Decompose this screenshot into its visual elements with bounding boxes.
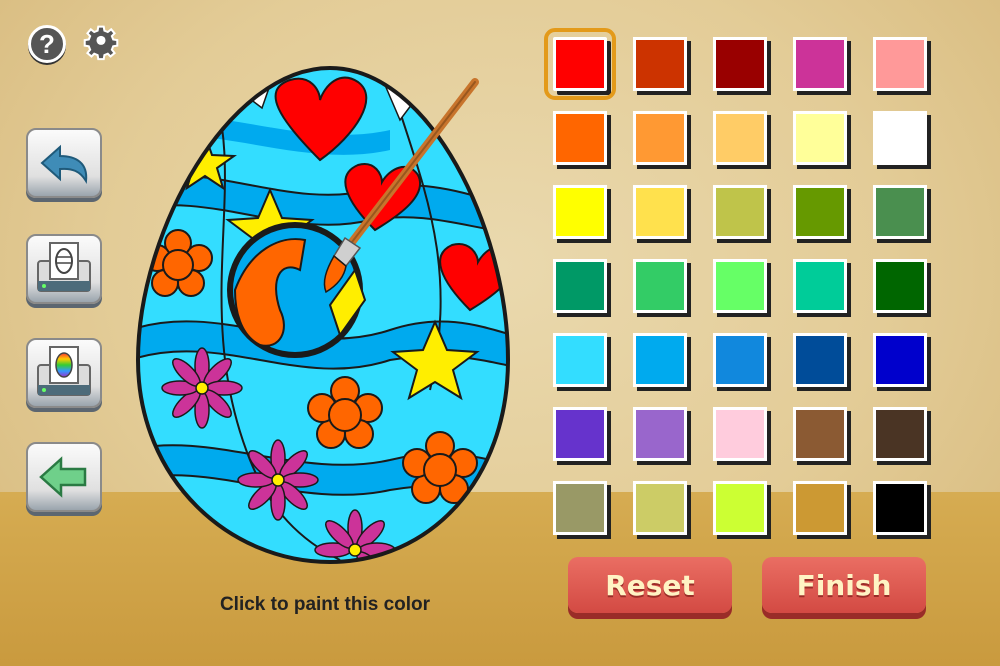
printer-color-icon bbox=[37, 346, 91, 396]
color-swatch[interactable] bbox=[633, 407, 687, 461]
color-swatch[interactable] bbox=[713, 259, 767, 313]
print-color-button[interactable] bbox=[26, 338, 102, 408]
color-swatch[interactable] bbox=[553, 185, 607, 239]
undo-button[interactable] bbox=[26, 128, 102, 198]
color-swatch[interactable] bbox=[873, 185, 927, 239]
color-swatch[interactable] bbox=[713, 481, 767, 535]
color-swatch[interactable] bbox=[633, 333, 687, 387]
reset-button[interactable]: Reset bbox=[568, 557, 732, 613]
color-swatch[interactable] bbox=[713, 185, 767, 239]
instruction-text: Click to paint this color bbox=[219, 594, 431, 615]
color-swatch[interactable] bbox=[713, 111, 767, 165]
color-swatch[interactable] bbox=[793, 185, 847, 239]
color-swatch[interactable] bbox=[553, 333, 607, 387]
color-swatch[interactable] bbox=[633, 259, 687, 313]
color-swatch[interactable] bbox=[544, 28, 616, 100]
undo-arrow-icon bbox=[40, 144, 88, 185]
color-palette bbox=[544, 28, 942, 542]
gear-icon[interactable] bbox=[82, 25, 120, 63]
back-button[interactable] bbox=[26, 442, 102, 512]
color-swatch[interactable] bbox=[633, 37, 687, 91]
color-swatch[interactable] bbox=[873, 481, 927, 535]
color-swatch[interactable] bbox=[873, 259, 927, 313]
color-swatch[interactable] bbox=[553, 259, 607, 313]
color-swatch[interactable] bbox=[633, 481, 687, 535]
color-swatch[interactable] bbox=[553, 481, 607, 535]
color-swatch[interactable] bbox=[713, 407, 767, 461]
color-swatch[interactable] bbox=[553, 407, 607, 461]
color-swatch[interactable] bbox=[873, 333, 927, 387]
help-icon[interactable]: ? bbox=[28, 25, 66, 63]
color-swatch[interactable] bbox=[793, 407, 847, 461]
printer-icon bbox=[37, 242, 91, 292]
color-swatch[interactable] bbox=[873, 111, 927, 165]
color-swatch[interactable] bbox=[793, 111, 847, 165]
color-swatch[interactable] bbox=[793, 333, 847, 387]
color-swatch[interactable] bbox=[713, 333, 767, 387]
color-swatch[interactable] bbox=[713, 37, 767, 91]
color-swatch[interactable] bbox=[793, 481, 847, 535]
print-blank-button[interactable] bbox=[26, 234, 102, 304]
color-swatch[interactable] bbox=[873, 37, 927, 91]
color-swatch[interactable] bbox=[633, 111, 687, 165]
color-swatch[interactable] bbox=[553, 111, 607, 165]
arrow-left-icon bbox=[39, 456, 87, 498]
finish-button[interactable]: Finish bbox=[762, 557, 926, 613]
color-swatch[interactable] bbox=[633, 185, 687, 239]
color-swatch[interactable] bbox=[793, 259, 847, 313]
color-swatch[interactable] bbox=[873, 407, 927, 461]
egg-pattern bbox=[138, 68, 508, 562]
egg-canvas[interactable] bbox=[130, 60, 530, 570]
color-swatch[interactable] bbox=[793, 37, 847, 91]
